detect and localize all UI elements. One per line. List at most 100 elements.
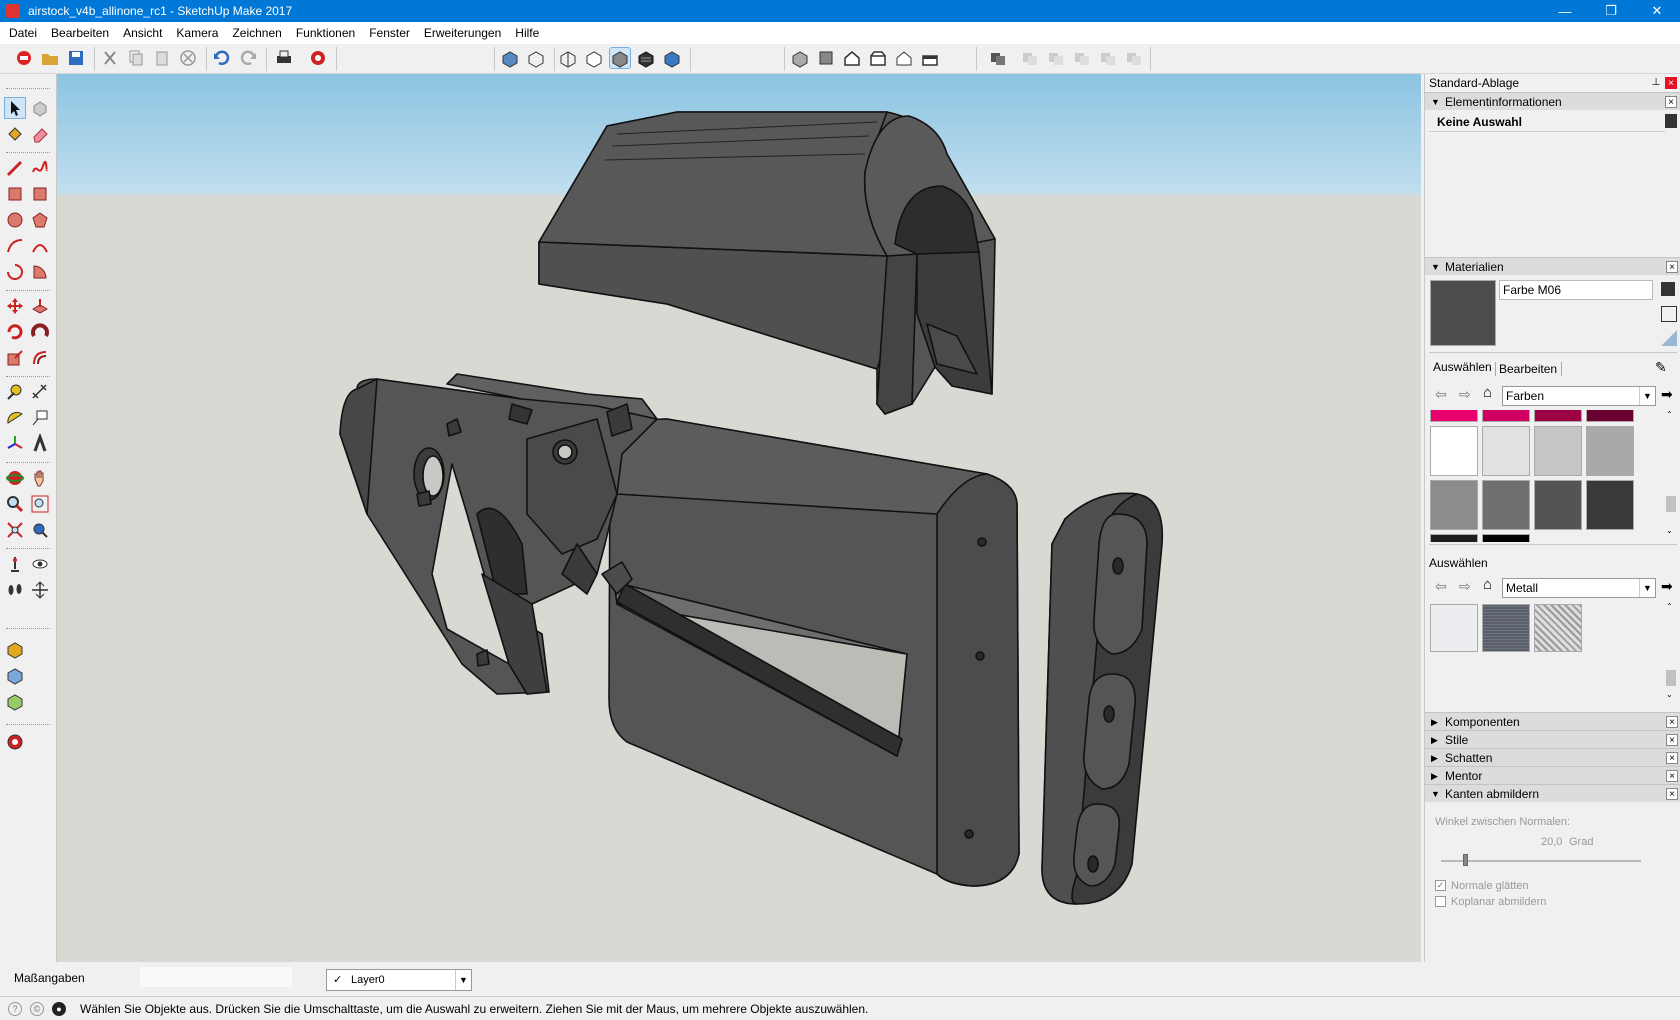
menu-bearbeiten[interactable]: Bearbeiten	[44, 22, 116, 44]
color-swatch[interactable]	[1482, 534, 1530, 542]
scroll-up-icon[interactable]: ⌃	[1666, 602, 1673, 611]
zoom-window-icon[interactable]	[30, 494, 50, 514]
create-material-icon[interactable]	[1661, 306, 1677, 322]
rectangle-icon[interactable]	[5, 184, 25, 204]
pin-icon[interactable]: ⊥	[1650, 77, 1662, 89]
home-icon-2[interactable]: ⌂	[1483, 576, 1492, 593]
top-view-icon[interactable]	[816, 48, 836, 68]
monochrome-style-icon[interactable]	[662, 48, 682, 68]
scroll-down-icon[interactable]: ⌄	[1666, 690, 1673, 699]
scale-icon[interactable]	[5, 348, 25, 368]
tape-measure-icon[interactable]	[5, 382, 25, 402]
user-account-icon[interactable]: ●	[52, 1001, 66, 1016]
credits-icon[interactable]: ©	[30, 1001, 44, 1016]
orbit-icon[interactable]	[5, 468, 25, 488]
offset-icon[interactable]	[30, 348, 50, 368]
instructor-header[interactable]: ▶ Mentor ×	[1425, 766, 1680, 784]
smooth-normals-checkbox[interactable]: ✓	[1435, 880, 1446, 891]
undo-icon[interactable]	[212, 48, 232, 68]
push-pull-icon[interactable]	[30, 296, 50, 316]
panel-close-icon[interactable]: ×	[1666, 751, 1678, 764]
hidden-line-style-icon[interactable]	[584, 48, 604, 68]
panel-close-icon[interactable]: ×	[1665, 95, 1677, 108]
left-view-icon[interactable]	[920, 48, 940, 68]
three-point-arc-icon[interactable]	[5, 262, 25, 282]
panel-close-icon[interactable]: ×	[1666, 733, 1678, 746]
text-label-icon[interactable]	[30, 408, 50, 428]
shaded-textures-style-icon[interactable]	[636, 48, 656, 68]
polygon-icon[interactable]	[30, 210, 50, 230]
current-material-swatch[interactable]	[1430, 280, 1496, 346]
open-folder-icon[interactable]	[40, 48, 60, 68]
zoom-icon[interactable]	[5, 494, 25, 514]
color-swatch[interactable]	[1586, 426, 1634, 476]
position-camera-icon[interactable]	[5, 554, 25, 574]
layer-select[interactable]: ✓ Layer0 ▼	[326, 969, 472, 991]
home-icon[interactable]: ⌂	[1483, 384, 1492, 401]
iso-view-icon[interactable]	[790, 48, 810, 68]
color-swatch[interactable]	[1430, 426, 1478, 476]
pan-hand-icon[interactable]	[30, 468, 50, 488]
line-pencil-icon[interactable]	[5, 158, 25, 178]
menu-datei[interactable]: Datei	[2, 22, 44, 44]
material-library-select[interactable]: Farben ▼	[1502, 386, 1656, 406]
scroll-down-icon[interactable]: ⌄	[1666, 526, 1673, 535]
select-arrow-icon[interactable]	[4, 97, 26, 119]
metal-scrollbar[interactable]: ⌃ ⌄	[1663, 602, 1677, 702]
metal-swatch[interactable]	[1482, 604, 1530, 652]
section-plane-icon[interactable]	[30, 580, 50, 600]
back-arrow-icon-2[interactable]: ⇦	[1435, 578, 1447, 595]
follow-me-icon[interactable]	[30, 322, 50, 342]
soften-coplanar-checkbox[interactable]	[1435, 896, 1446, 907]
walk-footprints-icon[interactable]	[5, 580, 25, 600]
scroll-up-icon[interactable]: ⌃	[1666, 410, 1673, 419]
cut-icon[interactable]	[100, 48, 120, 68]
previous-view-icon[interactable]	[30, 520, 50, 540]
redo-icon[interactable]	[238, 48, 258, 68]
dimension-icon[interactable]	[30, 382, 50, 402]
default-material-icon[interactable]	[1659, 328, 1679, 348]
panel-close-icon[interactable]: ×	[1666, 787, 1678, 800]
color-swatch[interactable]	[1482, 426, 1530, 476]
right-view-icon[interactable]	[868, 48, 888, 68]
3d-warehouse-icon[interactable]	[5, 640, 25, 660]
menu-ansicht[interactable]: Ansicht	[116, 22, 169, 44]
color-swatch[interactable]	[1586, 480, 1634, 530]
zoom-extents-icon[interactable]	[5, 520, 25, 540]
sample-paint-eyedropper-icon[interactable]: ✎	[1655, 359, 1667, 376]
color-swatch[interactable]	[1430, 534, 1478, 542]
paste-icon[interactable]	[152, 48, 172, 68]
color-swatch[interactable]	[1534, 410, 1582, 422]
details-arrow-icon[interactable]: ➡	[1661, 386, 1673, 403]
color-swatch[interactable]	[1534, 480, 1582, 530]
geo-location-icon[interactable]: ?	[8, 1001, 22, 1016]
metal-swatch[interactable]	[1430, 604, 1478, 652]
menu-funktionen[interactable]: Funktionen	[289, 22, 362, 44]
move-icon[interactable]	[5, 296, 25, 316]
details-arrow-icon-2[interactable]: ➡	[1661, 578, 1673, 595]
measurements-input[interactable]	[140, 967, 292, 987]
front-view-house-icon[interactable]	[842, 48, 862, 68]
backedges-style-icon[interactable]	[526, 48, 546, 68]
panel-close-icon[interactable]: ×	[1666, 260, 1678, 273]
axes-icon[interactable]	[5, 434, 25, 454]
color-swatch[interactable]	[1430, 480, 1478, 530]
color-swatch[interactable]	[1482, 410, 1530, 422]
protractor-icon[interactable]	[5, 408, 25, 428]
share-model-icon[interactable]	[5, 666, 25, 686]
materials-header[interactable]: ▼ Materialien ×	[1425, 257, 1680, 275]
print-icon[interactable]	[274, 48, 294, 68]
new-model-icon[interactable]	[14, 48, 34, 68]
copy-icon[interactable]	[126, 48, 146, 68]
arc-icon[interactable]	[5, 236, 25, 256]
forward-arrow-icon-2[interactable]: ⇨	[1459, 578, 1471, 595]
swatch-scrollbar[interactable]: ⌃ ⌄	[1663, 410, 1677, 540]
color-swatch[interactable]	[1482, 480, 1530, 530]
angle-slider-track[interactable]	[1441, 860, 1641, 862]
erase-delete-icon[interactable]	[178, 48, 198, 68]
circle-icon[interactable]	[5, 210, 25, 230]
shadows-header[interactable]: ▶ Schatten ×	[1425, 748, 1680, 766]
soften-edges-header[interactable]: ▼ Kanten abmildern ×	[1425, 784, 1680, 802]
share-component-icon[interactable]	[5, 692, 25, 712]
look-around-eye-icon[interactable]	[30, 554, 50, 574]
